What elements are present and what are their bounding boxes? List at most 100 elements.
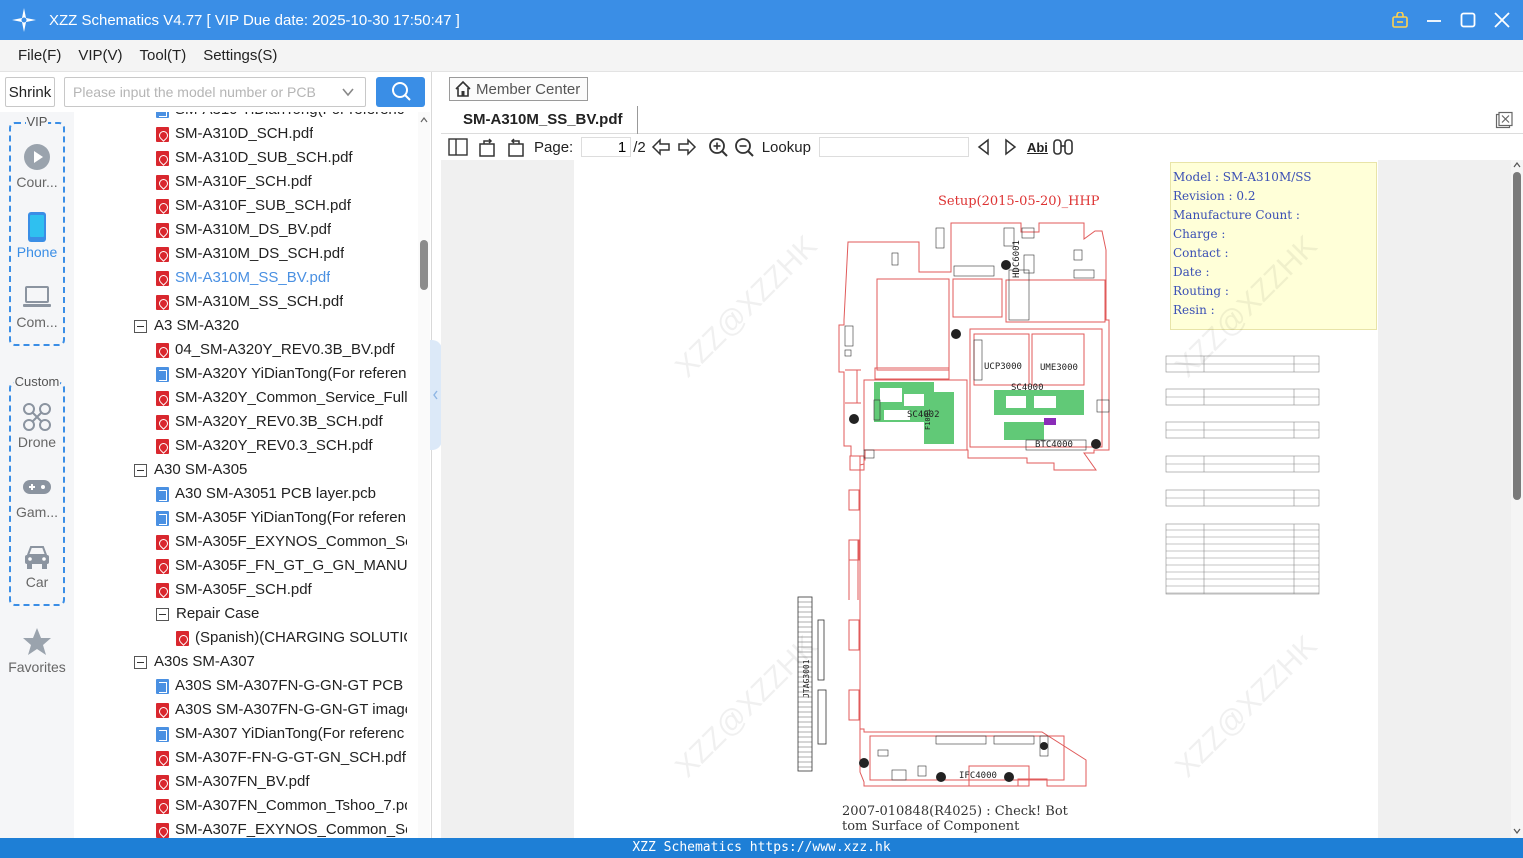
tree-item-label: 04_SM-A320Y_REV0.3B_BV.pdf — [175, 341, 395, 358]
tab-document[interactable]: SM-A310M_SS_BV.pdf — [449, 106, 638, 134]
scroll-down-icon[interactable] — [1511, 826, 1523, 836]
lock-icon[interactable] — [1389, 9, 1411, 31]
tree-item-label: A30 SM-A3051 PCB layer.pcb — [175, 485, 376, 502]
collapse-toggle-icon[interactable] — [156, 607, 169, 621]
viewer-scroll-thumb[interactable] — [1513, 172, 1521, 500]
category-computer[interactable]: Com... — [0, 282, 74, 330]
find-next-icon[interactable] — [999, 136, 1021, 158]
check-note: 2007-010848(R4025) : Check! Bot tom Surf… — [842, 804, 1102, 834]
menu-file[interactable]: File(F) — [18, 47, 61, 64]
search-button[interactable] — [376, 77, 425, 107]
tree-item-label: SM-A310D_SCH.pdf — [175, 125, 314, 142]
menu-tool[interactable]: Tool(T) — [140, 47, 187, 64]
component-sc4000: SC4000 — [1011, 383, 1044, 393]
tree-file[interactable]: SM-A310F_SUB_SCH.pdf — [156, 194, 407, 218]
collapse-toggle-icon[interactable] — [134, 463, 147, 477]
shrink-button[interactable]: Shrink — [5, 77, 55, 107]
member-center-button[interactable]: Member Center — [449, 77, 588, 101]
tree-item-label: A30 SM-A305 — [154, 461, 248, 478]
tree-file[interactable]: SM-A305F_FN_GT_G_GN_MANUAL( — [156, 554, 407, 578]
pdf-file-icon — [156, 822, 169, 838]
collapse-toggle-icon[interactable] — [134, 655, 147, 669]
find-prev-icon[interactable] — [973, 136, 995, 158]
category-favorites[interactable]: Favorites — [0, 627, 74, 675]
tree-file[interactable]: SM-A310 YiDianTong(For referenc — [156, 112, 407, 122]
tree-folder[interactable]: A30 SM-A305 — [134, 458, 407, 482]
zoom-out-icon[interactable] — [733, 136, 755, 158]
sidebar-toggle-icon[interactable] — [447, 136, 469, 158]
tree-folder[interactable]: A3 SM-A320 — [134, 314, 407, 338]
scroll-up-icon[interactable] — [1511, 160, 1523, 170]
tree-file[interactable]: SM-A310F_SCH.pdf — [156, 170, 407, 194]
tree-file[interactable]: A30 SM-A3051 PCB layer.pcb — [156, 482, 407, 506]
tree-item-label: SM-A307 YiDianTong(For referenc — [175, 725, 405, 742]
search-input[interactable] — [65, 78, 335, 106]
tree-file[interactable]: SM-A307F-FN-G-GT-GN_SCH.pdf — [156, 746, 407, 770]
find-all-icon[interactable] — [1052, 136, 1074, 158]
tree-file[interactable]: SM-A307FN_Common_Tshoo_7.pd — [156, 794, 407, 818]
tree-scrollbar[interactable] — [418, 112, 430, 838]
tree-folder[interactable]: A30s SM-A307 — [134, 650, 407, 674]
page-total: /2 — [633, 138, 646, 156]
tree-file[interactable]: SM-A307F_EXYNOS_Common_Servi — [156, 818, 407, 838]
tree-file[interactable]: SM-A310M_SS_BV.pdf — [156, 266, 407, 290]
tree-item-label: A30S SM-A307FN-G-GN-GT image — [175, 701, 407, 718]
tree-item-label: (Spanish)(CHARGING SOLUTION — [195, 629, 407, 646]
tree-item-label: A30S SM-A307FN-G-GN-GT PCB la — [175, 677, 407, 694]
prev-page-icon[interactable] — [650, 136, 672, 158]
pdf-file-icon — [156, 198, 169, 214]
search-icon — [391, 81, 411, 104]
next-page-icon[interactable] — [676, 136, 698, 158]
maximize-button[interactable] — [1457, 9, 1479, 31]
tree-file[interactable]: SM-A310D_SCH.pdf — [156, 122, 407, 146]
tree-file[interactable]: SM-A307FN_BV.pdf — [156, 770, 407, 794]
tree-item-label: SM-A320Y_Common_Service_Full_S — [175, 389, 407, 406]
minimize-button[interactable] — [1423, 9, 1445, 31]
check-note-line2: tom Surface of Component — [842, 819, 1020, 834]
tree-file[interactable]: SM-A320Y_Common_Service_Full_S — [156, 386, 407, 410]
rotate-left-icon[interactable] — [504, 136, 526, 158]
tree-file[interactable]: SM-A307 YiDianTong(For referenc — [156, 722, 407, 746]
tree-file[interactable]: (Spanish)(CHARGING SOLUTION — [176, 626, 407, 650]
match-case-button[interactable]: Abi — [1027, 140, 1048, 155]
menu-vip[interactable]: VIP(V) — [78, 47, 122, 64]
close-button[interactable] — [1491, 9, 1513, 31]
tree-file[interactable]: SM-A310M_DS_SCH.pdf — [156, 242, 407, 266]
menu-settings[interactable]: Settings(S) — [203, 47, 277, 64]
pdf-file-icon — [156, 534, 169, 550]
tree-file[interactable]: SM-A310D_SUB_SCH.pdf — [156, 146, 407, 170]
tree-file[interactable]: SM-A305F YiDianTong(For referen — [156, 506, 407, 530]
category-drone[interactable]: Drone — [0, 402, 74, 450]
viewer-scrollbar[interactable] — [1511, 160, 1523, 838]
tree-file[interactable]: A30S SM-A307FN-G-GN-GT image — [156, 698, 407, 722]
tree-file[interactable]: SM-A305F_EXYNOS_Common_Servi — [156, 530, 407, 554]
tree-file[interactable]: SM-A320Y YiDianTong(For referen — [156, 362, 407, 386]
tree-file[interactable]: SM-A320Y_REV0.3B_SCH.pdf — [156, 410, 407, 434]
category-courses[interactable]: Cour... — [0, 142, 74, 190]
page-number-input[interactable] — [581, 137, 632, 157]
close-document-icon[interactable] — [1495, 111, 1513, 129]
tree-file[interactable]: A30S SM-A307FN-G-GN-GT PCB la — [156, 674, 407, 698]
tree-folder[interactable]: Repair Case — [156, 602, 407, 626]
tree-file[interactable]: SM-A305F_SCH.pdf — [156, 578, 407, 602]
car-icon — [22, 542, 52, 572]
tree-scroll-thumb[interactable] — [420, 240, 428, 290]
collapse-toggle-icon[interactable] — [134, 319, 147, 333]
tree-file[interactable]: SM-A310M_DS_BV.pdf — [156, 218, 407, 242]
category-game[interactable]: Gam... — [0, 472, 74, 520]
search-box — [64, 77, 366, 107]
zoom-in-icon[interactable] — [707, 136, 729, 158]
lookup-input[interactable] — [818, 137, 969, 157]
pdf-file-icon — [156, 558, 169, 574]
category-phone[interactable]: Phone — [0, 212, 74, 260]
rotate-right-icon[interactable] — [477, 136, 499, 158]
pdf-file-icon — [156, 582, 169, 598]
category-car[interactable]: Car — [0, 542, 74, 590]
tree-file[interactable]: SM-A320Y_REV0.3_SCH.pdf — [156, 434, 407, 458]
component-hdc6001: HDC6001 — [1012, 240, 1022, 278]
chevron-down-icon[interactable] — [341, 85, 355, 102]
tree-file[interactable]: SM-A310M_SS_SCH.pdf — [156, 290, 407, 314]
scroll-up-icon[interactable] — [418, 114, 430, 126]
tree-file[interactable]: 04_SM-A320Y_REV0.3B_BV.pdf — [156, 338, 407, 362]
document-viewer[interactable]: Setup(2015-05-20)_HHP Model : SM-A310M/S… — [441, 160, 1511, 838]
